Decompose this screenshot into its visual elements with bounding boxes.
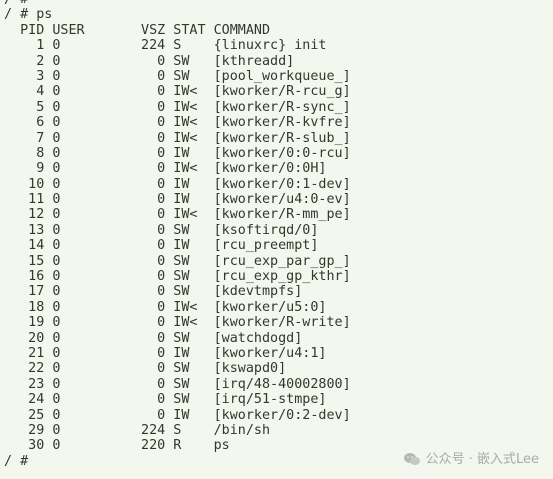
terminal-line: 8 0 0 IW [kworker/0:0-rcu] [4,145,351,161]
terminal-line: 20 0 0 SW [watchdogd] [4,330,303,346]
terminal-line: 22 0 0 SW [kswapd0] [4,361,287,377]
terminal-line: 5 0 0 IW< [kworker/R-sync_] [4,99,351,115]
terminal-line: / # [4,453,29,469]
terminal-line: 21 0 0 IW [kworker/u4:1] [4,345,327,361]
terminal-line: 4 0 0 IW< [kworker/R-rcu_g] [4,84,351,100]
terminal-window[interactable]: / #/ # ps PID USER VSZ STAT COMMAND 1 0 … [0,0,553,479]
terminal-line: 25 0 0 IW [kworker/0:2-dev] [4,407,351,423]
terminal-line: 6 0 0 IW< [kworker/R-kvfre] [4,115,351,131]
terminal-line: 18 0 0 IW< [kworker/u5:0] [4,299,327,315]
watermark: 公众号 · 嵌入式Lee [403,452,539,467]
terminal-line: 12 0 0 IW< [kworker/R-mm_pe] [4,207,351,223]
watermark-text: 公众号 · 嵌入式Lee [425,451,539,467]
terminal-line: 11 0 0 IW [kworker/u4:0-ev] [4,192,351,208]
terminal-line: 2 0 0 SW [kthreadd] [4,53,295,69]
wechat-icon [403,453,420,466]
terminal-line: PID USER VSZ STAT COMMAND [4,22,271,38]
terminal-line: 19 0 0 IW< [kworker/R-write] [4,315,351,331]
terminal-line: / # [4,0,351,7]
terminal-line: 30 0 220 R ps [4,438,230,454]
terminal-line: 13 0 0 SW [ksoftirqd/0] [4,222,319,238]
terminal-line: 1 0 224 S {linuxrc} init [4,38,327,54]
terminal-line: / # ps [4,7,53,23]
terminal-line: 24 0 0 SW [irq/51-stmpe] [4,392,327,408]
terminal-line: 15 0 0 SW [rcu_exp_par_gp_] [4,253,351,269]
terminal-line: 10 0 0 IW [kworker/0:1-dev] [4,176,351,192]
terminal-line: 29 0 224 S /bin/sh [4,422,271,438]
terminal-line: 14 0 0 IW [rcu_preempt] [4,238,319,254]
terminal-line: 7 0 0 IW< [kworker/R-slub_] [4,130,351,146]
terminal-line: 9 0 0 IW< [kworker/0:0H] [4,161,327,177]
terminal-line: 17 0 0 SW [kdevtmpfs] [4,284,303,300]
terminal-line: 3 0 0 SW [pool_workqueue_] [4,68,351,84]
terminal-output: / #/ # ps PID USER VSZ STAT COMMAND 1 0 … [4,0,351,469]
terminal-line: 16 0 0 SW [rcu_exp_gp_kthr] [4,269,351,285]
terminal-line: 23 0 0 SW [irq/48-40002800] [4,376,351,392]
